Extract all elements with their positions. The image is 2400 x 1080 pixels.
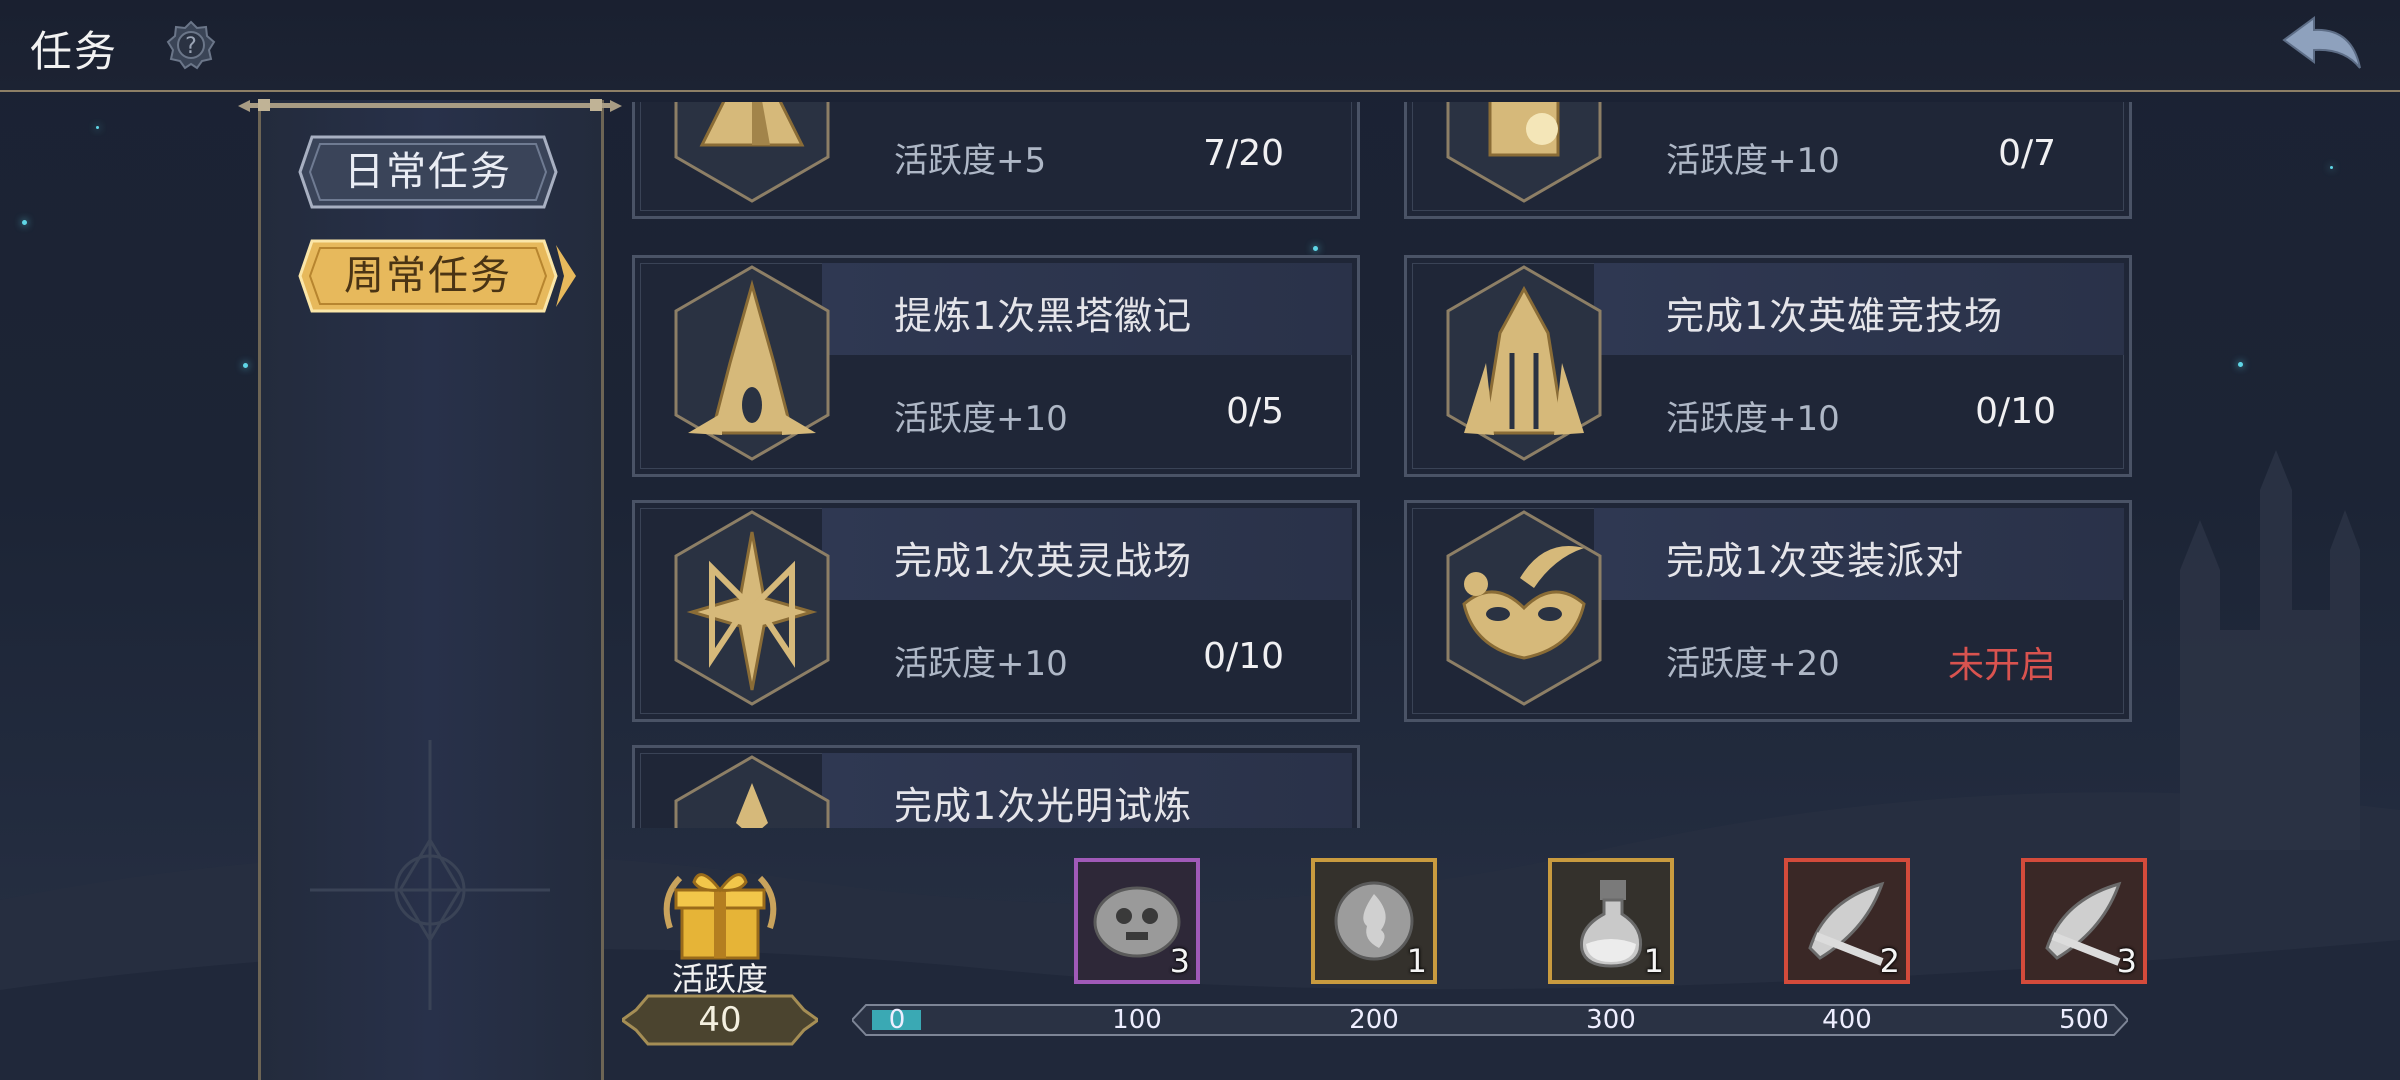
task-card[interactable]: 活跃度+10 0/7 (1404, 102, 2132, 219)
task-reward: 活跃度+20 (1666, 644, 1840, 684)
activity-progress-track (852, 1004, 2128, 1036)
task-card[interactable]: 活跃度+5 7/20 (632, 102, 1360, 219)
milestone-label: 100 (1112, 1005, 1162, 1035)
task-reward: 活跃度+5 (894, 141, 1047, 181)
task-reward: 活跃度+10 (1666, 399, 1840, 439)
reward-count: 1 (1406, 942, 1427, 980)
sun-tower-emblem-icon (1446, 102, 1602, 203)
milestone-label: 200 (1349, 1005, 1399, 1035)
task-progress: 7/20 (1203, 133, 1284, 174)
top-bar (0, 0, 2400, 92)
knight-helm-emblem-icon (1446, 265, 1602, 461)
task-name: 完成1次变装派对 (1666, 539, 1965, 583)
question-gear-icon[interactable]: ? (166, 20, 216, 70)
tab-daily-tasks[interactable]: 日常任务 (298, 133, 558, 211)
milestone-label: 300 (1586, 1005, 1636, 1035)
task-name: 完成1次光明试炼 (894, 784, 1193, 828)
black-tower-emblem-icon (674, 265, 830, 461)
task-card[interactable]: 完成1次英灵战场 活跃度+10 0/10 (632, 500, 1360, 722)
masquerade-mask-emblem-icon (1446, 510, 1602, 706)
task-reward: 活跃度+10 (894, 399, 1068, 439)
page-title: 任务 (30, 27, 119, 76)
reward-count: 1 (1643, 942, 1664, 980)
reward-slot-500[interactable]: 3 (2021, 858, 2147, 984)
back-arrow-icon[interactable] (2280, 14, 2364, 74)
svg-text:?: ? (185, 34, 197, 59)
light-trial-emblem-icon (674, 755, 830, 828)
tab-weekly-label: 周常任务 (344, 253, 512, 299)
milestone-label: 400 (1822, 1005, 1872, 1035)
reward-count: 3 (1169, 942, 1190, 980)
tab-weekly-tasks[interactable]: 周常任务 (298, 237, 576, 315)
banner-rod (238, 99, 622, 112)
reward-count: 2 (1879, 942, 1900, 980)
task-progress: 0/10 (1975, 391, 2056, 432)
task-card[interactable]: 提炼1次黑塔徽记 活跃度+10 0/5 (632, 255, 1360, 477)
task-card[interactable]: 完成1次光明试炼 (632, 745, 1360, 828)
milestone-label: 500 (2059, 1005, 2109, 1035)
activity-value: 40 (698, 1000, 742, 1040)
task-progress: 0/10 (1203, 636, 1284, 677)
tab-daily-label: 日常任务 (344, 149, 512, 195)
task-card[interactable]: 完成1次英雄竞技场 活跃度+10 0/10 (1404, 255, 2132, 477)
task-progress: 0/7 (1998, 133, 2056, 174)
compass-emblem-decoration (310, 740, 550, 1010)
task-name: 提炼1次黑塔徽记 (894, 294, 1193, 338)
task-reward: 活跃度+10 (1666, 141, 1840, 181)
task-progress-locked: 未开启 (1947, 645, 2056, 686)
pyramid-emblem-icon (674, 102, 830, 203)
task-card[interactable]: 完成1次变装派对 活跃度+20 未开启 (1404, 500, 2132, 722)
task-reward: 活跃度+10 (894, 644, 1068, 684)
reward-slot-400[interactable]: 2 (1784, 858, 1910, 984)
task-name: 完成1次英灵战场 (894, 539, 1193, 583)
task-name: 完成1次英雄竞技场 (1666, 294, 2004, 338)
reward-slot-300[interactable]: 1 (1548, 858, 1674, 984)
milestone-label: 0 (888, 1005, 906, 1035)
gift-box-icon (663, 873, 777, 960)
reward-slot-100[interactable]: 3 (1074, 858, 1200, 984)
reward-count: 3 (2116, 942, 2137, 980)
task-list[interactable]: 活跃度+5 7/20 活跃度+10 0/7 提炼1次黑塔徽记 活跃度+10 0/… (620, 102, 2140, 828)
sword-star-emblem-icon (674, 510, 830, 706)
reward-slot-200[interactable]: 1 (1311, 858, 1437, 984)
task-progress: 0/5 (1226, 391, 1284, 432)
